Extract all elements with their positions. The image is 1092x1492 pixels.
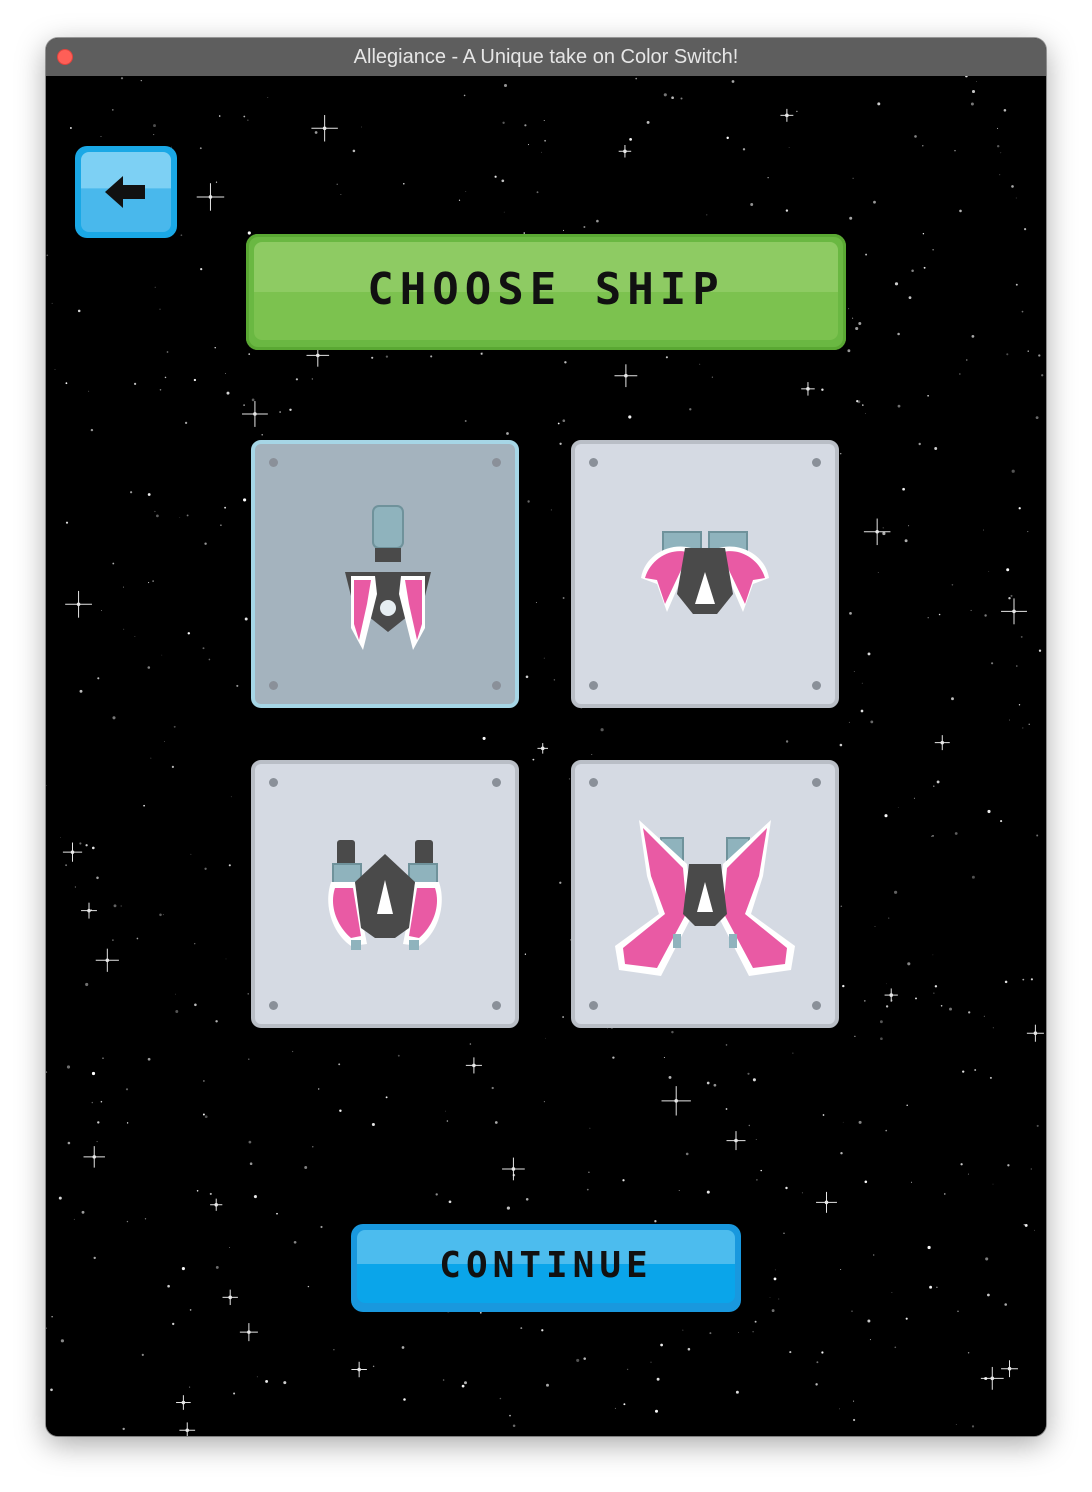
heading-text: CHOOSE SHIP [367,264,725,315]
ship-3-icon [328,840,442,950]
ship-option-1[interactable] [251,440,519,708]
game-window: Allegiance - A Unique take on Color Swit… [46,38,1046,1436]
continue-button[interactable]: CONTINUE [351,1224,741,1312]
ship-1-icon [345,505,431,650]
ship-4-icon [615,820,795,976]
ship-option-4[interactable] [571,760,839,1028]
left-arrow-icon [105,176,145,208]
title-bar: Allegiance - A Unique take on Color Swit… [46,38,1046,77]
back-button[interactable] [75,146,177,238]
continue-label: CONTINUE [439,1245,653,1286]
ship-2-icon [641,531,769,614]
ship-option-3[interactable] [251,760,519,1028]
starfield-background: CHOOSE SHIP CONTINUE [46,76,1046,1436]
ship-option-2[interactable] [571,440,839,708]
window-title: Allegiance - A Unique take on Color Swit… [353,46,739,68]
heading-banner: CHOOSE SHIP [246,234,846,350]
